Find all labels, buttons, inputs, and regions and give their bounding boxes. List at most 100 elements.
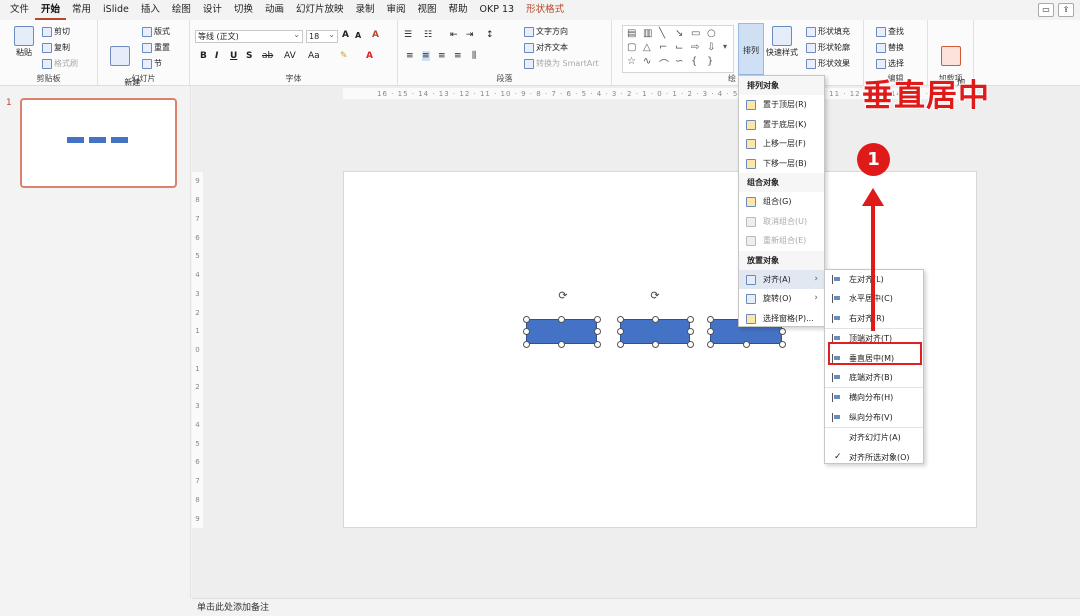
align-bottom-item[interactable]: 底端对齐(B) xyxy=(825,368,923,387)
reset-button[interactable]: 重置 xyxy=(142,42,170,53)
align-selected-objects-item[interactable]: ✓ 对齐所选对象(O) xyxy=(825,448,923,467)
distribute-horizontal-item[interactable]: 横向分布(H) xyxy=(825,388,923,407)
shape-outline-button[interactable]: 形状轮廓 xyxy=(806,42,850,53)
tab-design[interactable]: 设计 xyxy=(197,0,228,20)
resize-handle[interactable] xyxy=(558,315,565,323)
resize-handle[interactable] xyxy=(616,340,624,348)
textbox-shape-icon[interactable]: ▤ xyxy=(627,28,636,39)
resize-handle[interactable] xyxy=(706,328,714,335)
down-arrow-shape-icon[interactable]: ⇩ xyxy=(707,42,715,53)
align-text-button[interactable]: 对齐文本 xyxy=(524,42,568,53)
cut-button[interactable]: 剪切 xyxy=(42,26,70,37)
align-center-icon[interactable]: ≡ xyxy=(422,51,430,61)
triangle-shape-icon[interactable]: △ xyxy=(643,42,651,53)
tab-file[interactable]: 文件 xyxy=(4,0,35,20)
resize-handle[interactable] xyxy=(686,340,694,348)
tab-record[interactable]: 录制 xyxy=(349,0,380,20)
align-middle-item[interactable]: 垂直居中(M) xyxy=(825,349,923,368)
highlight-color-icon[interactable]: ✎ xyxy=(340,51,348,61)
rotate-item[interactable]: 旋转(O) › xyxy=(739,289,824,309)
tab-common[interactable]: 常用 xyxy=(66,0,97,20)
arrange-button[interactable]: 排列 xyxy=(738,23,764,75)
line-spacing-icon[interactable]: ↕ xyxy=(486,30,494,40)
elbow-connector-shape-icon[interactable]: ⌙ xyxy=(675,42,683,53)
resize-handle[interactable] xyxy=(742,340,750,348)
resize-handle[interactable] xyxy=(706,340,714,348)
resize-handle[interactable] xyxy=(522,315,530,323)
resize-handle[interactable] xyxy=(522,328,530,335)
paste-button[interactable]: 粘贴 xyxy=(12,26,36,58)
slide-thumbnail-1[interactable] xyxy=(20,98,177,188)
shrink-font-icon[interactable]: A xyxy=(355,31,361,40)
notes-pane[interactable]: 单击此处添加备注 xyxy=(192,598,1080,616)
resize-handle[interactable] xyxy=(706,315,714,323)
tab-help[interactable]: 帮助 xyxy=(443,0,474,20)
tab-review[interactable]: 审阅 xyxy=(380,0,411,20)
selection-pane-item[interactable]: 选择窗格(P)... xyxy=(739,309,824,329)
shape-fill-button[interactable]: 形状填充 xyxy=(806,26,850,37)
resize-handle[interactable] xyxy=(616,328,624,335)
rounded-rect-shape-icon[interactable]: ▢ xyxy=(627,42,636,53)
underline-button[interactable]: U xyxy=(230,51,237,61)
change-case-button[interactable]: Aa xyxy=(308,51,320,61)
convert-smartart-button[interactable]: 转换为 SmartArt xyxy=(524,58,599,69)
font-size-select[interactable]: 18 xyxy=(306,29,338,43)
rotate-handle-icon[interactable]: ⟳ xyxy=(649,290,661,302)
align-right-icon[interactable]: ≡ xyxy=(438,51,446,61)
increase-indent-icon[interactable]: ⇥ xyxy=(466,30,474,40)
tab-okp[interactable]: OKP 13 xyxy=(474,0,521,20)
bold-button[interactable]: B xyxy=(200,51,207,61)
resize-handle[interactable] xyxy=(522,340,530,348)
resize-handle[interactable] xyxy=(778,328,786,335)
send-to-back-item[interactable]: 置于底层(K) xyxy=(739,115,824,135)
freeform-shape-icon[interactable]: ∿ xyxy=(643,56,651,67)
text-direction-button[interactable]: 文字方向 xyxy=(524,26,568,37)
line-shape-icon[interactable]: ╲ xyxy=(659,28,665,39)
resize-handle[interactable] xyxy=(593,328,601,335)
gallery-more-icon[interactable]: ▾ xyxy=(723,42,727,51)
connector-shape-icon[interactable]: ⌐ xyxy=(659,42,667,53)
rectangle-shape-icon[interactable]: ▭ xyxy=(691,28,700,39)
resize-handle[interactable] xyxy=(558,340,565,348)
share-icon[interactable]: ⇪ xyxy=(1058,3,1074,17)
bring-forward-item[interactable]: 上移一层(F) xyxy=(739,134,824,154)
bring-to-front-item[interactable]: 置于顶层(R) xyxy=(739,95,824,115)
resize-handle[interactable] xyxy=(616,315,624,323)
columns-icon[interactable]: ⫼ xyxy=(472,51,476,61)
group-item[interactable]: 组合(G) xyxy=(739,192,824,212)
arc-shape-icon[interactable]: ⌒ xyxy=(659,56,669,71)
brace-left-shape-icon[interactable]: { xyxy=(691,56,697,67)
shape-effects-button[interactable]: 形状效果 xyxy=(806,58,850,69)
align-item[interactable]: 对齐(A) › xyxy=(739,269,824,289)
star-shape-icon[interactable]: ☆ xyxy=(627,56,636,67)
layout-button[interactable]: 版式 xyxy=(142,26,170,37)
italic-button[interactable]: I xyxy=(215,51,218,61)
tab-draw[interactable]: 绘图 xyxy=(166,0,197,20)
select-button[interactable]: 选择 xyxy=(876,58,904,69)
resize-handle[interactable] xyxy=(686,328,694,335)
distribute-vertical-item[interactable]: 纵向分布(V) xyxy=(825,408,923,427)
tab-animations[interactable]: 动画 xyxy=(259,0,290,20)
tab-view[interactable]: 视图 xyxy=(412,0,443,20)
resize-handle[interactable] xyxy=(593,340,601,348)
bullets-icon[interactable]: ☰ xyxy=(404,30,412,40)
clear-format-icon[interactable]: A xyxy=(372,30,379,40)
find-button[interactable]: 查找 xyxy=(876,26,904,37)
font-color-icon[interactable]: A xyxy=(366,51,373,61)
copy-button[interactable]: 复制 xyxy=(42,42,70,53)
tab-insert[interactable]: 插入 xyxy=(135,0,166,20)
align-left-icon[interactable]: ≡ xyxy=(406,51,414,61)
grow-font-icon[interactable]: A xyxy=(342,30,349,40)
strikethrough-button[interactable]: ab xyxy=(262,51,273,61)
shadow-button[interactable]: S xyxy=(246,51,252,61)
tab-shape-format[interactable]: 形状格式 xyxy=(520,0,570,20)
char-spacing-button[interactable]: AV xyxy=(284,51,296,61)
curve-shape-icon[interactable]: ∽ xyxy=(675,56,683,67)
shapes-gallery[interactable]: ▤ ▥ ╲ ↘ ▭ ○ ▢ △ ⌐ ⌙ ⇨ ⇩ ☆ ∿ ⌒ ∽ { } ▾ xyxy=(622,25,734,73)
replace-button[interactable]: 替换 xyxy=(876,42,904,53)
resize-handle[interactable] xyxy=(593,315,601,323)
align-to-slide-item[interactable]: 对齐幻灯片(A) xyxy=(825,428,923,447)
send-backward-item[interactable]: 下移一层(B) xyxy=(739,154,824,174)
rotate-handle-icon[interactable]: ⟳ xyxy=(557,290,569,302)
arrow-line-shape-icon[interactable]: ↘ xyxy=(675,28,683,39)
